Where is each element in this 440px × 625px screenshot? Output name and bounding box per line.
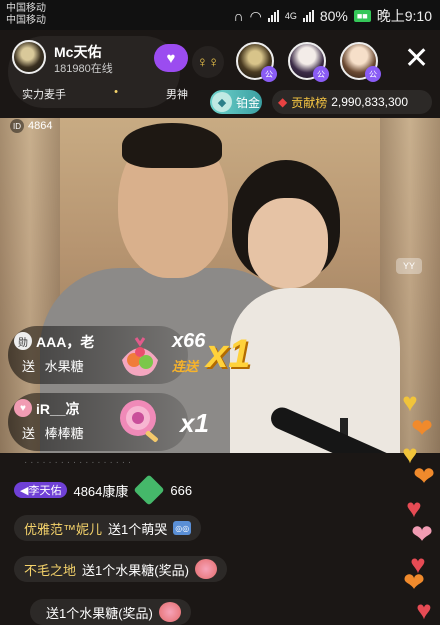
badge-text: 李天佑 <box>28 485 62 497</box>
online-count: 181980在线 <box>54 63 113 75</box>
viewer-avatar[interactable]: 公 <box>236 42 277 82</box>
badge-icon: 公 <box>365 66 381 82</box>
candy-gift-icon <box>194 559 217 579</box>
streamer-tag: 男神 <box>165 89 188 101</box>
carrier-label: 中国移动 <box>6 15 46 26</box>
sender-avatar: ♥ <box>14 399 32 417</box>
close-icon: ✕ <box>404 42 430 75</box>
streamer-card[interactable]: Mc天佑 181980在线 ♥ 实力麦手 • 男神 <box>8 36 188 108</box>
streamer-tag: 实力麦手 <box>22 89 66 101</box>
viewer-avatar[interactable]: 公 <box>288 42 329 82</box>
status-indicators: ∩ ◠ 4G 80% ■■ 晚上9:10 <box>234 6 432 26</box>
gift-name: 棒棒糖 <box>44 426 84 441</box>
chat-text: 送1个萌哭 <box>108 521 168 537</box>
video-person-head <box>248 198 328 288</box>
gem-icon <box>133 474 165 506</box>
chat-username[interactable]: 4864康康 <box>73 481 128 500</box>
tag-separator-icon: • <box>114 86 118 98</box>
heart-icon: ♥ <box>402 387 418 417</box>
combo-label: 连送 <box>172 359 199 374</box>
signal-icon <box>302 10 314 22</box>
live-room-header: Mc天佑 181980在线 ♥ 实力麦手 • 男神 ♀♀ 公 公 公 ✕ ◆ 铂… <box>0 30 440 125</box>
chat-message[interactable]: 优雅范™妮儿 送1个萌哭 ◎◎ <box>14 515 202 541</box>
heart-icon: ♥ <box>406 493 422 523</box>
network-label: 4G <box>284 11 297 21</box>
streamer-avatar[interactable] <box>12 40 46 74</box>
gift-name: 水果糖 <box>44 359 84 374</box>
fruit-candy-gift-icon <box>122 337 158 376</box>
battery-percent: 80% <box>319 8 348 24</box>
chat-text: 送1个水果糖(奖品) <box>46 605 153 621</box>
gift-count: x66 <box>172 330 206 352</box>
gift-verb: 送 <box>22 359 36 374</box>
gift-count: x1 <box>180 408 209 438</box>
gift-verb: 送 <box>22 426 36 441</box>
heart-icon: ♥ <box>416 595 432 625</box>
contribution-board-button[interactable]: ◆ 贡献榜 2,990,833,300 <box>272 90 432 114</box>
heart-icon: ❤ <box>411 413 433 443</box>
heart-icon: ❤ <box>411 519 433 549</box>
gift-line: 送 水果糖 <box>22 356 84 375</box>
viewer-avatar[interactable]: 公 <box>340 42 381 82</box>
room-id: ID 4864 <box>10 118 52 134</box>
chat-username[interactable]: 不毛之地 <box>24 560 76 579</box>
room-id-value: 4864 <box>28 120 53 132</box>
chat-panel[interactable]: · · · · · · · · · · · · · · · · · · ◀ 李天… <box>0 453 440 625</box>
contribution-label: 贡献榜 <box>291 95 328 110</box>
close-button[interactable]: ✕ <box>404 44 429 74</box>
badge-icon: 公 <box>261 66 277 82</box>
streamer-tags: 实力麦手 • 男神 <box>22 86 188 102</box>
watermark-logo: YY <box>396 258 422 274</box>
status-bar: 中国移动 中国移动 ∩ ◠ 4G 80% ■■ 晚上9:10 <box>0 0 440 30</box>
chat-username[interactable]: 优雅范™妮儿 <box>24 519 102 538</box>
wifi-icon: ◠ <box>249 7 262 24</box>
chat-message-faded: · · · · · · · · · · · · · · · · · · <box>24 456 132 468</box>
video-person-hair <box>122 123 222 168</box>
sender-avatar: 勋 <box>14 332 32 350</box>
gift-line: 送 棒棒糖 <box>22 423 84 442</box>
gift-sender: AAA，老 <box>36 334 95 350</box>
chat-text: 666 <box>170 482 193 498</box>
user-level-badge: ◀ 李天佑 <box>14 482 68 498</box>
headphone-icon: ∩ <box>233 8 244 24</box>
diamond-icon: ◆ <box>278 95 288 109</box>
platinum-label: 铂金 <box>236 95 261 110</box>
follow-icon[interactable]: ♀♀ <box>192 46 224 78</box>
heart-icon: ❤ <box>403 567 425 597</box>
clock: 晚上9:10 <box>376 8 432 24</box>
heart-icon: ♥ <box>166 49 176 67</box>
carrier-label: 中国移动 <box>6 3 46 14</box>
chat-message[interactable]: 不毛之地 送1个水果糖(奖品) <box>14 556 227 582</box>
heart-icon: ❤ <box>413 461 435 491</box>
chat-text: 送1个水果糖(奖品) <box>82 562 189 578</box>
chat-message[interactable]: ◀ 李天佑 4864康康 666 <box>14 474 202 506</box>
platinum-gem-icon: ◆ <box>212 92 232 112</box>
candy-gift-icon <box>158 602 181 622</box>
contribution-value: 2,990,833,300 <box>331 95 408 109</box>
subscribe-heart-button[interactable]: ♥ <box>154 44 188 72</box>
signal-icon <box>267 10 279 22</box>
combo-multiplier: x1 <box>206 332 251 376</box>
gift-sender: iR__凉 <box>36 401 80 417</box>
chat-message[interactable]: 送1个水果糖(奖品) <box>30 599 191 625</box>
platinum-badge[interactable]: ◆ 铂金 <box>210 90 262 114</box>
gift-icon: ◎◎ <box>173 521 192 535</box>
battery-icon: ■■ <box>353 10 371 22</box>
lollipop-gift-icon <box>120 400 158 443</box>
streamer-name: Mc天佑 <box>54 44 102 60</box>
id-icon: ID <box>10 119 24 133</box>
badge-icon: 公 <box>313 66 329 82</box>
